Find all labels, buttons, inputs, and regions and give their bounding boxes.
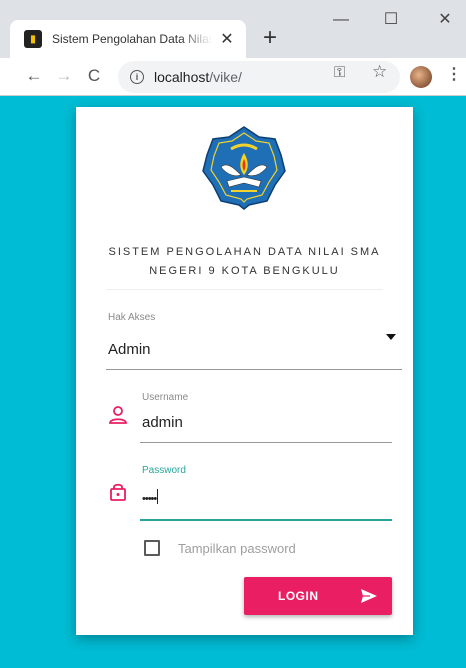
role-select-underline — [106, 369, 402, 370]
url-path: /vike/ — [209, 69, 242, 85]
maximize-button[interactable]: ☐ — [376, 10, 406, 30]
title-divider — [106, 289, 383, 290]
username-underline — [140, 442, 392, 443]
browser-titlebar: ▮ Sistem Pengolahan Data Nilai SMA Neger… — [0, 0, 466, 58]
browser-tab[interactable]: ▮ Sistem Pengolahan Data Nilai SMA Neger… — [10, 20, 246, 58]
tab-close-icon[interactable]: ✕ — [218, 29, 236, 49]
login-button[interactable]: LOGIN — [244, 577, 392, 615]
text-cursor — [157, 489, 159, 504]
send-icon — [361, 589, 377, 603]
close-window-button[interactable]: ✕ — [430, 10, 460, 30]
browser-toolbar: ← → C i localhost/vike/ ⚿ ☆ ⋮ — [0, 58, 466, 96]
profile-avatar[interactable] — [410, 66, 432, 88]
password-label: Password — [142, 465, 186, 476]
url-host: localhost — [154, 69, 210, 85]
show-password-label[interactable]: Tampilkan password — [178, 541, 296, 556]
login-card: SISTEM PENGOLAHAN DATA NILAI SMA NEGERI … — [76, 107, 413, 635]
app-title: SISTEM PENGOLAHAN DATA NILAI SMA NEGERI … — [108, 246, 381, 277]
password-value: ••••• — [142, 493, 157, 505]
reload-button[interactable]: C — [82, 64, 106, 88]
new-tab-button[interactable]: + — [256, 24, 284, 52]
role-select-label: Hak Akses — [108, 312, 156, 323]
tab-favicon-icon: ▮ — [24, 30, 42, 48]
username-label: Username — [142, 392, 189, 403]
minimize-button[interactable]: — — [326, 10, 356, 30]
tab-title: Sistem Pengolahan Data Nilai SMA Negeri … — [52, 32, 212, 46]
login-button-label: LOGIN — [278, 589, 319, 603]
back-button[interactable]: ← — [22, 64, 46, 88]
browser-menu-icon[interactable]: ⋮ — [446, 64, 462, 84]
forward-button[interactable]: → — [52, 64, 76, 88]
address-bar[interactable]: i localhost/vike/ — [118, 61, 400, 93]
password-underline — [140, 519, 392, 521]
lock-icon — [110, 483, 126, 501]
person-icon — [109, 406, 127, 424]
info-icon[interactable]: i — [130, 70, 144, 84]
show-password-checkbox[interactable] — [144, 540, 160, 556]
chevron-down-icon[interactable] — [386, 334, 396, 340]
star-icon[interactable]: ☆ — [372, 62, 387, 82]
username-input[interactable]: admin — [142, 414, 183, 431]
key-icon[interactable]: ⚿ — [334, 64, 345, 81]
tut-wuri-handayani-logo — [202, 126, 286, 210]
role-select[interactable]: Admin — [108, 341, 151, 358]
password-input[interactable]: ••••• — [142, 489, 159, 505]
